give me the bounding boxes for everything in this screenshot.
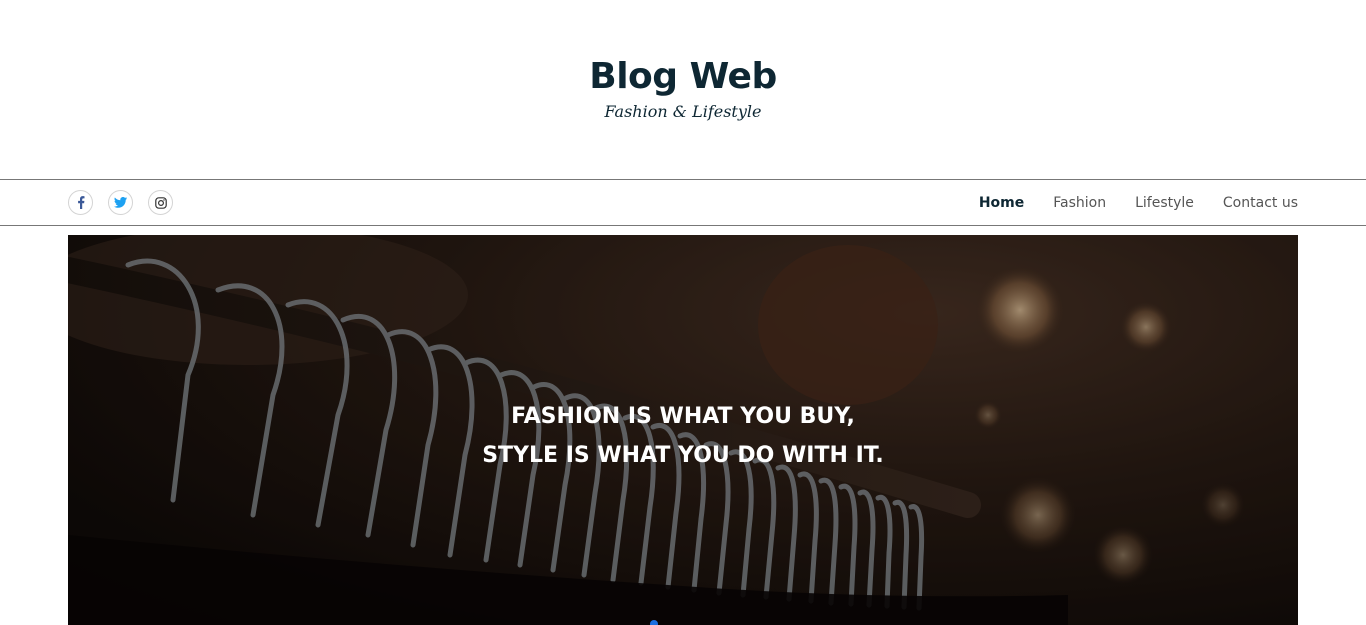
site-header: Blog Web Fashion & Lifestyle — [0, 0, 1366, 179]
hero-quote-line-1: FASHION IS WHAT YOU BUY, — [511, 404, 855, 429]
hero-carousel[interactable]: FASHION IS WHAT YOU BUY, STYLE IS WHAT Y… — [68, 235, 1298, 625]
nav-item-contact[interactable]: Contact us — [1223, 195, 1298, 211]
nav-item-fashion[interactable]: Fashion — [1053, 195, 1106, 211]
hero-quote: FASHION IS WHAT YOU BUY, STYLE IS WHAT Y… — [68, 397, 1298, 475]
social-links — [68, 190, 173, 215]
twitter-icon — [114, 197, 127, 208]
facebook-icon — [77, 196, 85, 209]
navbar: Home Fashion Lifestyle Contact us — [0, 179, 1366, 226]
site-tagline: Fashion & Lifestyle — [604, 102, 762, 121]
nav-item-home[interactable]: Home — [979, 195, 1024, 211]
main-nav: Home Fashion Lifestyle Contact us — [979, 180, 1298, 225]
site-title[interactable]: Blog Web — [0, 54, 1366, 100]
hero-quote-line-2: STYLE IS WHAT YOU DO WITH IT. — [482, 443, 884, 468]
nav-item-lifestyle[interactable]: Lifestyle — [1135, 195, 1194, 211]
instagram-button[interactable] — [148, 190, 173, 215]
facebook-button[interactable] — [68, 190, 93, 215]
twitter-button[interactable] — [108, 190, 133, 215]
carousel-indicator-active[interactable] — [650, 620, 658, 625]
instagram-icon — [154, 196, 167, 209]
